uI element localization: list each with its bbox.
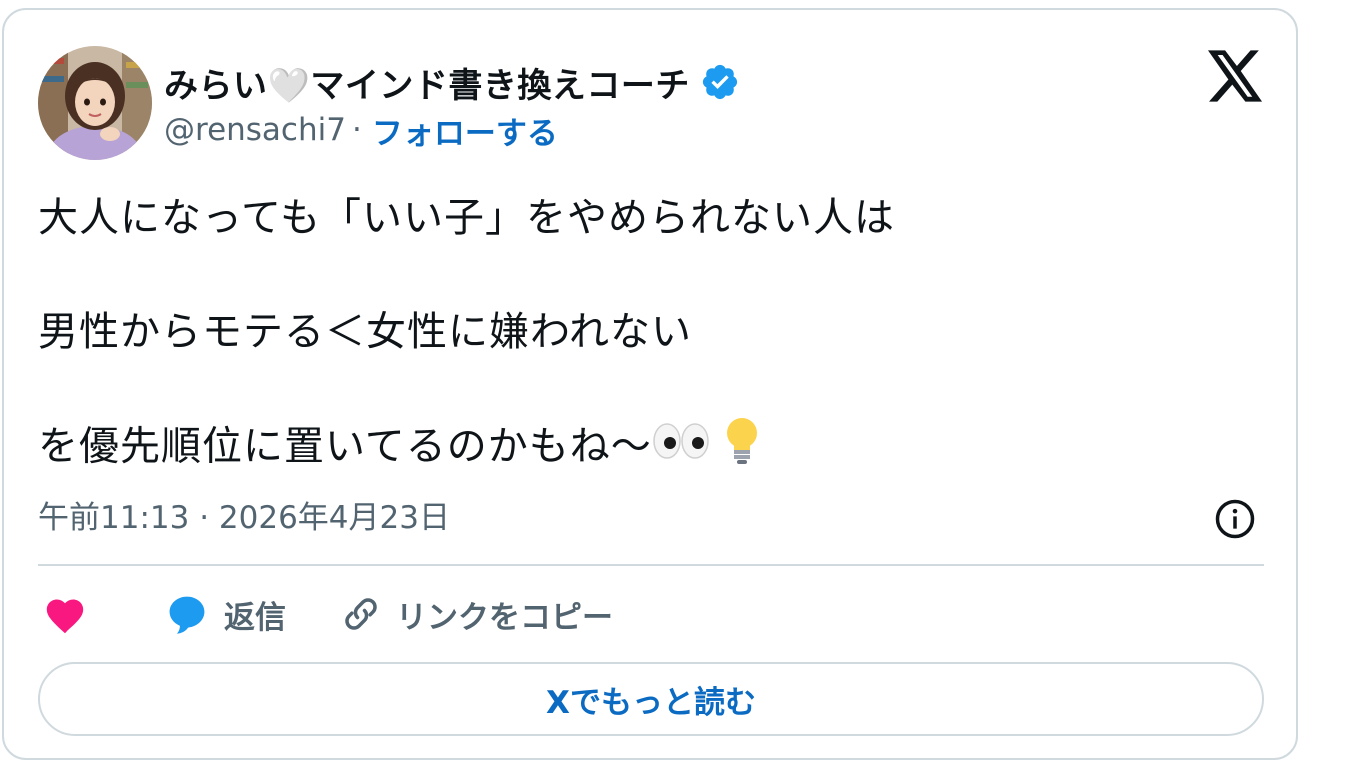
info-icon[interactable] [1214,498,1256,540]
author-display-name[interactable]: みらい🤍マインド書き換えコーチ [164,58,690,107]
divider [38,564,1264,566]
tweet-text-line-3: を優先順位に置いてるのかもね〜 [38,416,762,481]
tweet-text-line-3-text: を優先順位に置いてるのかもね〜 [38,423,652,470]
link-icon [345,598,377,630]
tweet-text-line-1: 大人になっても「いい子」をやめられない人は [38,195,895,241]
read-more-button[interactable]: Xでもっと読む [38,662,1264,736]
like-button[interactable] [38,594,92,634]
separator-dot: · [351,112,362,148]
heart-icon [46,599,84,634]
x-logo-icon[interactable] [1208,50,1264,102]
verified-badge-icon [702,64,737,100]
reply-bubble-icon [169,596,205,634]
author-handle[interactable]: @rensachi7 [164,112,346,148]
eyes-emoji [652,419,710,478]
follow-link[interactable]: フォローする [372,108,558,153]
author-name-row: みらい🤍マインド書き換えコーチ [164,54,740,110]
author-handle-row: @rensachi7 · フォローする [164,108,558,152]
reply-label: 返信 [224,599,286,636]
copy-link-button[interactable]: リンクをコピー [340,592,613,637]
light-bulb-emoji [722,416,762,481]
embedded-post-card: みらい🤍マインド書き換えコーチ @rensachi7 · フォローする 大人にな… [2,8,1298,760]
post-actions: 返信 リンクをコピー [38,588,613,640]
reply-button[interactable]: 返信 [164,592,286,637]
post-timestamp[interactable]: 午前11:13 · 2026年4月23日 [38,496,450,540]
avatar[interactable] [38,46,152,160]
copy-link-label: リンクをコピー [396,599,613,636]
tweet-text-line-2: 男性からモテる＜女性に嫌われない [38,309,692,355]
